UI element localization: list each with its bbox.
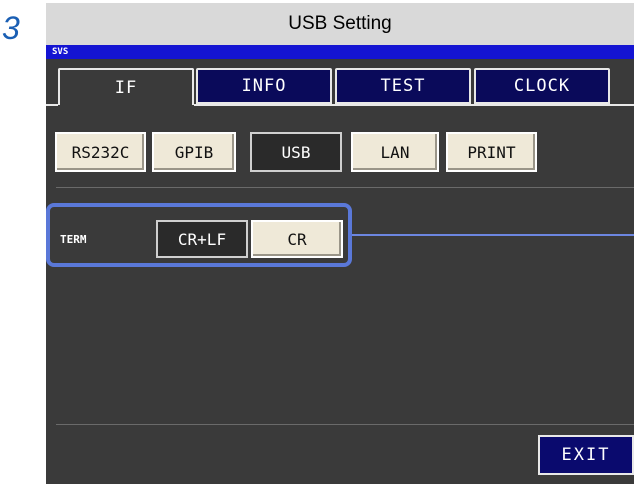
- section-divider: [56, 187, 634, 188]
- interface-gpib-button[interactable]: GPIB: [152, 132, 236, 172]
- interface-rs232c-button[interactable]: RS232C: [55, 132, 146, 172]
- tab-baseline: [194, 104, 634, 106]
- term-crlf-button[interactable]: CR+LF: [156, 220, 248, 258]
- interface-usb-button[interactable]: USB: [250, 132, 342, 172]
- interface-print-button[interactable]: PRINT: [446, 132, 537, 172]
- term-cr-button[interactable]: CR: [251, 220, 343, 258]
- interface-lan-button[interactable]: LAN: [351, 132, 439, 172]
- mode-label-bar: SVS: [46, 45, 634, 59]
- term-label: TERM: [60, 233, 87, 246]
- tab-clock[interactable]: CLOCK: [474, 68, 610, 104]
- step-number: 3: [2, 10, 20, 46]
- tab-info[interactable]: INFO: [196, 68, 332, 104]
- footer-divider: [56, 424, 634, 425]
- tab-baseline: [46, 104, 58, 106]
- callout-line: [352, 234, 634, 236]
- instrument-screen: SVS IF INFO TEST CLOCK RS232C GPIB USB L…: [46, 45, 634, 484]
- tab-if[interactable]: IF: [58, 68, 194, 105]
- exit-button[interactable]: EXIT: [538, 435, 634, 475]
- page-title: USB Setting: [46, 3, 634, 45]
- tab-test[interactable]: TEST: [335, 68, 471, 104]
